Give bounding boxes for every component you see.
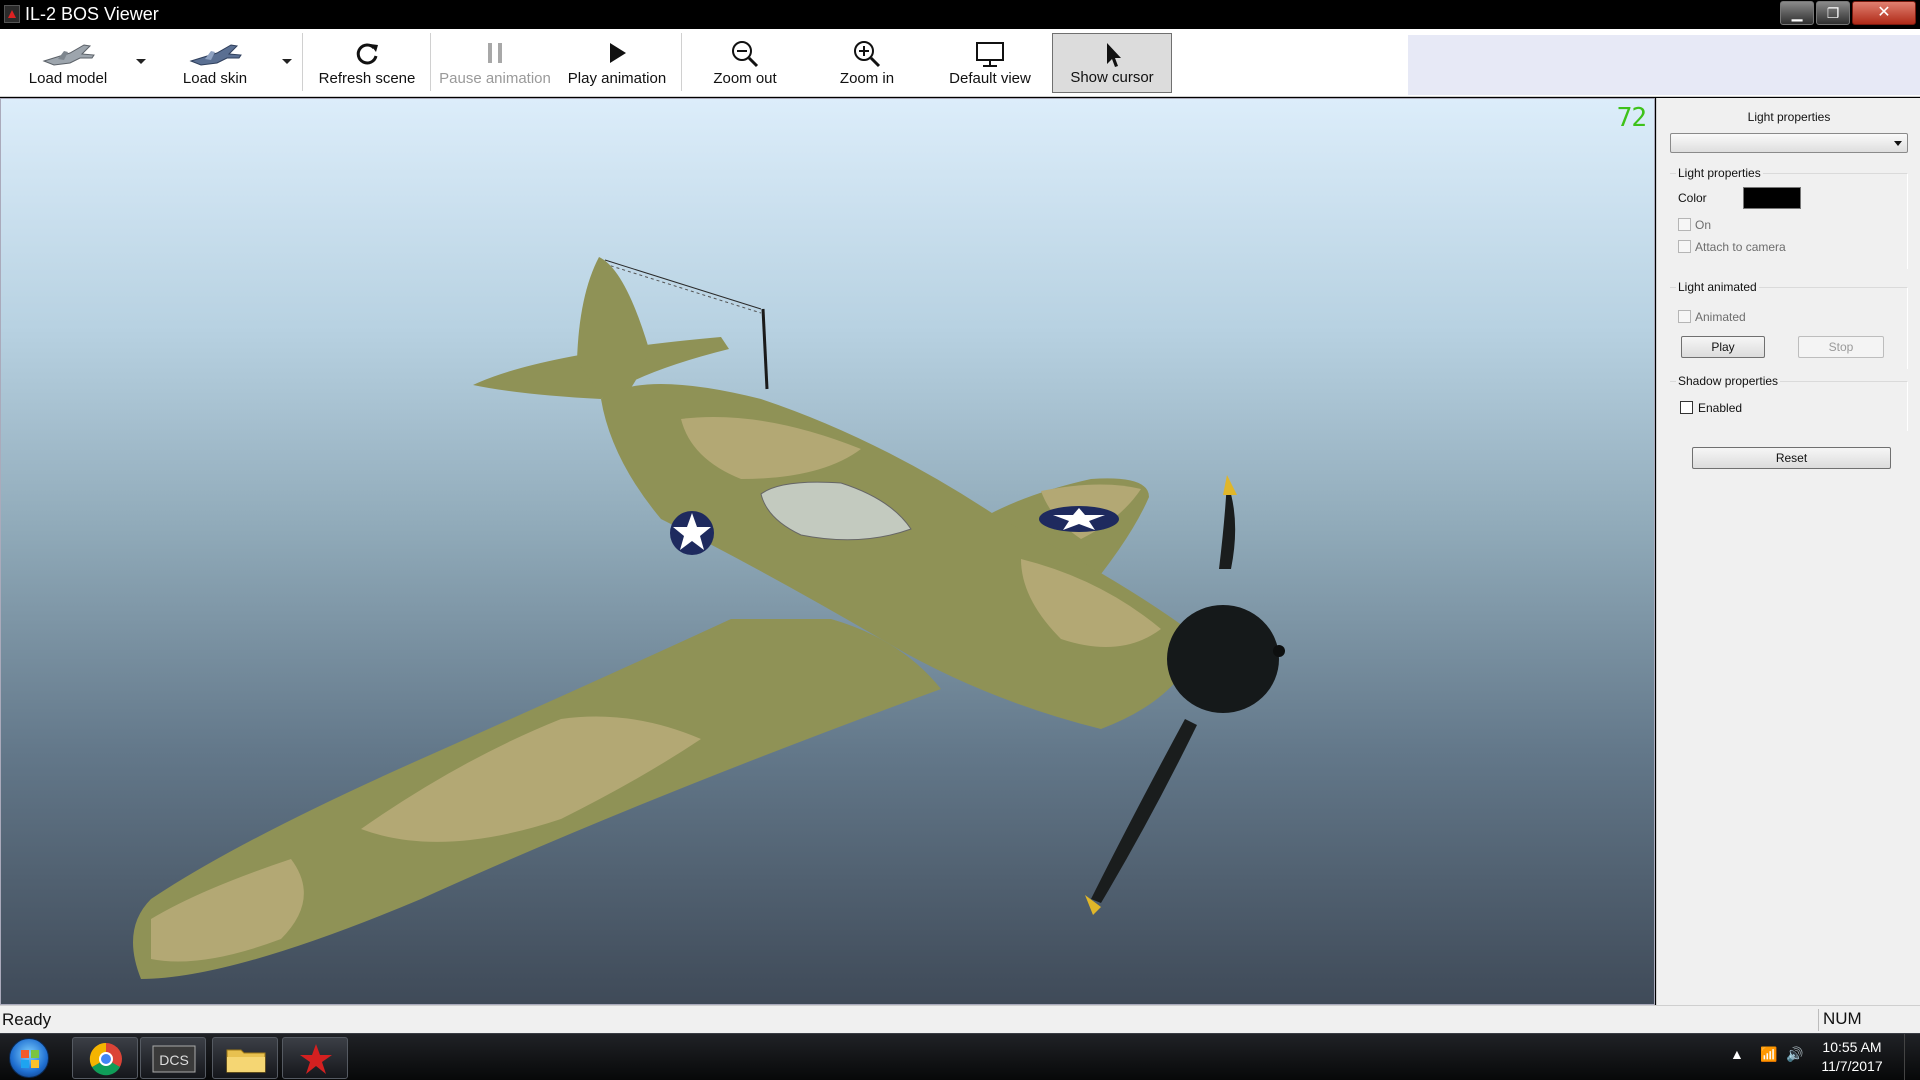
- refresh-scene-label: Refresh scene: [318, 70, 416, 87]
- il2-viewer-icon: [300, 1044, 332, 1074]
- status-bar: Ready NUM: [0, 1005, 1920, 1033]
- attach-to-camera-label: Attach to camera: [1695, 240, 1786, 254]
- shadow-enabled-checkbox[interactable]: [1680, 401, 1693, 414]
- windows-logo-icon: [21, 1050, 29, 1058]
- file-explorer-icon: [226, 1049, 266, 1073]
- toolbar: Load model Load skin Refresh scene Pause…: [0, 29, 1920, 97]
- pause-icon: [488, 43, 502, 63]
- taskbar-dcs[interactable]: DCS: [140, 1037, 206, 1079]
- panel-title: Light properties: [1747, 110, 1831, 124]
- on-label: On: [1695, 218, 1712, 232]
- taskbar-clock[interactable]: 10:55 AM 11/7/2017: [1802, 1038, 1902, 1076]
- pause-animation-button[interactable]: Pause animation: [436, 33, 554, 93]
- zoom-out-label: Zoom out: [713, 70, 777, 87]
- dcs-label: DCS: [159, 1052, 189, 1068]
- chevron-down-icon: [1894, 141, 1902, 146]
- windows-taskbar: DCS ▲ 📶 🔊 10:55 AM 11/7/2017: [0, 1033, 1920, 1080]
- zoom-in-button[interactable]: Zoom in: [816, 33, 918, 93]
- load-model-button[interactable]: Load model: [8, 33, 128, 93]
- refresh-icon: [356, 43, 378, 65]
- windows-logo-icon: [21, 1060, 29, 1068]
- status-text: Ready: [2, 1010, 52, 1029]
- show-hidden-icons[interactable]: ▲: [1730, 1046, 1744, 1062]
- play-animation-label: Play animation: [567, 70, 667, 87]
- aircraft-model-icon: [42, 44, 95, 66]
- toolbar-separator: [430, 33, 431, 91]
- color-swatch[interactable]: [1743, 187, 1801, 209]
- zoom-out-button[interactable]: Zoom out: [694, 33, 796, 93]
- default-view-button[interactable]: Default view: [936, 33, 1044, 93]
- reset-button[interactable]: Reset: [1692, 447, 1891, 469]
- minimize-button[interactable]: ▁: [1780, 1, 1814, 25]
- default-view-label: Default view: [949, 70, 1031, 87]
- color-label: Color: [1678, 191, 1707, 205]
- taskbar-file-explorer[interactable]: [212, 1037, 278, 1079]
- light-animated-group: Light animated Animated Play Stop: [1670, 280, 1908, 369]
- monitor-icon: [976, 42, 1004, 67]
- clock-date: 11/7/2017: [1821, 1058, 1883, 1074]
- taskbar-chrome[interactable]: [72, 1037, 138, 1079]
- shadow-enabled-label: Enabled: [1698, 401, 1743, 415]
- network-icon[interactable]: 📶: [1760, 1046, 1777, 1063]
- load-model-dropdown-arrow[interactable]: [136, 59, 146, 64]
- dcs-icon: DCS: [152, 1045, 196, 1073]
- animated-label: Animated: [1695, 310, 1746, 324]
- on-checkbox[interactable]: [1678, 218, 1691, 231]
- clock-time: 10:55 AM: [1822, 1039, 1882, 1055]
- start-button[interactable]: [9, 1038, 49, 1078]
- refresh-scene-button[interactable]: Refresh scene: [312, 33, 422, 93]
- light-properties-group-title: Light properties: [1676, 166, 1763, 180]
- volume-icon[interactable]: 🔊: [1786, 1046, 1803, 1063]
- taskbar-il2-viewer[interactable]: [282, 1037, 348, 1079]
- zoom-out-icon: [732, 41, 759, 68]
- light-properties-group: Light properties Color On Attach to came…: [1670, 166, 1908, 269]
- toolbar-separator: [681, 33, 682, 91]
- title-bar: IL-2 BOS Viewer ▁ ❐ ✕: [0, 0, 1920, 29]
- stop-button[interactable]: Stop: [1798, 336, 1884, 358]
- animated-checkbox[interactable]: [1678, 310, 1691, 323]
- shadow-properties-group: Shadow properties Enabled: [1670, 374, 1908, 431]
- windows-logo-icon: [31, 1060, 39, 1068]
- close-button[interactable]: ✕: [1852, 1, 1916, 25]
- light-select-dropdown[interactable]: [1670, 133, 1908, 153]
- app-icon: [4, 5, 20, 23]
- windows-logo-icon: [31, 1050, 39, 1058]
- attach-to-camera-checkbox[interactable]: [1678, 240, 1691, 253]
- 3d-viewport[interactable]: 72: [0, 98, 1655, 1005]
- window-title: IL-2 BOS Viewer: [25, 4, 159, 24]
- pause-animation-label: Pause animation: [439, 70, 551, 87]
- aircraft-skin-icon: [189, 44, 242, 66]
- load-skin-dropdown-arrow[interactable]: [282, 59, 292, 64]
- load-skin-button[interactable]: Load skin: [156, 33, 274, 93]
- show-cursor-label: Show cursor: [1070, 69, 1154, 86]
- chrome-icon: [89, 1042, 122, 1076]
- light-animated-group-title: Light animated: [1676, 280, 1759, 294]
- play-button[interactable]: Play: [1681, 336, 1765, 358]
- play-icon: [610, 43, 626, 63]
- play-animation-button[interactable]: Play animation: [560, 33, 674, 93]
- show-desktop-button[interactable]: [1904, 1034, 1920, 1080]
- light-properties-panel: Light properties Light properties Color …: [1656, 98, 1920, 1005]
- load-skin-label: Load skin: [182, 70, 248, 87]
- load-model-label: Load model: [28, 70, 108, 87]
- maximize-button[interactable]: ❐: [1816, 1, 1850, 25]
- shadow-properties-group-title: Shadow properties: [1676, 374, 1781, 388]
- zoom-in-label: Zoom in: [839, 70, 895, 87]
- aircraft-render: [133, 257, 1285, 979]
- zoom-in-icon: [854, 41, 881, 68]
- show-cursor-button[interactable]: Show cursor: [1052, 33, 1172, 93]
- num-lock-indicator: NUM: [1818, 1009, 1920, 1031]
- toolbar-empty-area: [1408, 35, 1920, 95]
- toolbar-separator: [302, 33, 303, 91]
- cursor-arrow-icon: [1107, 43, 1121, 67]
